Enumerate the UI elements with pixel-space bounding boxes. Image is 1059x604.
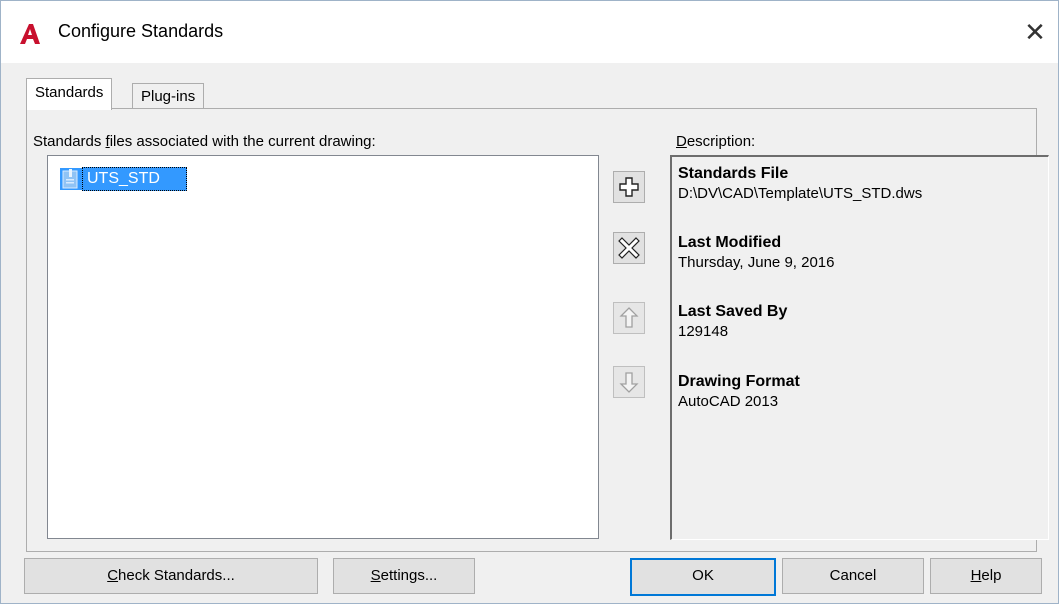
close-icon: ✕ (1024, 17, 1046, 47)
tab-plug-ins-label: Plug-ins (141, 88, 196, 105)
tab-plug-ins[interactable]: Plug-ins (132, 83, 205, 110)
move-down-button[interactable] (613, 366, 645, 398)
description-label: Description: (676, 133, 756, 150)
move-up-button[interactable] (613, 302, 645, 334)
desc-value-drawing-format: AutoCAD 2013 (678, 393, 779, 410)
check-standards-button[interactable]: Check Standards... (24, 558, 318, 594)
tab-standards[interactable]: Standards (26, 78, 113, 110)
title-bar: Configure Standards ✕ (1, 1, 1058, 63)
standards-file-icon (60, 168, 82, 190)
help-button[interactable]: Help (930, 558, 1042, 594)
cancel-button[interactable]: Cancel (782, 558, 924, 594)
desc-value-last-modified: Thursday, June 9, 2016 (678, 254, 835, 271)
list-item-label: UTS_STD (82, 167, 187, 191)
ok-button[interactable]: OK (630, 558, 776, 596)
standards-files-list[interactable]: UTS_STD (47, 155, 599, 539)
desc-heading-drawing-format: Drawing Format (678, 373, 800, 390)
autocad-logo-icon (20, 24, 40, 44)
window-title: Configure Standards (58, 21, 224, 41)
x-icon (618, 237, 640, 259)
list-item[interactable]: UTS_STD (60, 167, 187, 191)
desc-value-last-saved-by: 129148 (678, 323, 729, 340)
desc-value-standards-file: D:\DV\CAD\Template\UTS_STD.dws (678, 185, 923, 202)
desc-heading-last-modified: Last Modified (678, 234, 782, 251)
remove-standards-button[interactable] (613, 232, 645, 264)
plus-icon (619, 177, 639, 197)
desc-heading-standards-file: Standards File (678, 165, 789, 182)
arrow-up-icon (619, 307, 639, 328)
desc-heading-last-saved-by: Last Saved By (678, 303, 788, 320)
tab-standards-label: Standards (35, 84, 104, 101)
arrow-down-icon (619, 372, 639, 393)
add-standards-button[interactable] (613, 171, 645, 203)
standards-files-label: Standards files associated with the curr… (33, 133, 376, 150)
description-panel: Standards File D:\DV\CAD\Template\UTS_ST… (670, 155, 1049, 540)
close-button[interactable]: ✕ (1012, 1, 1058, 63)
settings-button[interactable]: Settings... (333, 558, 475, 594)
